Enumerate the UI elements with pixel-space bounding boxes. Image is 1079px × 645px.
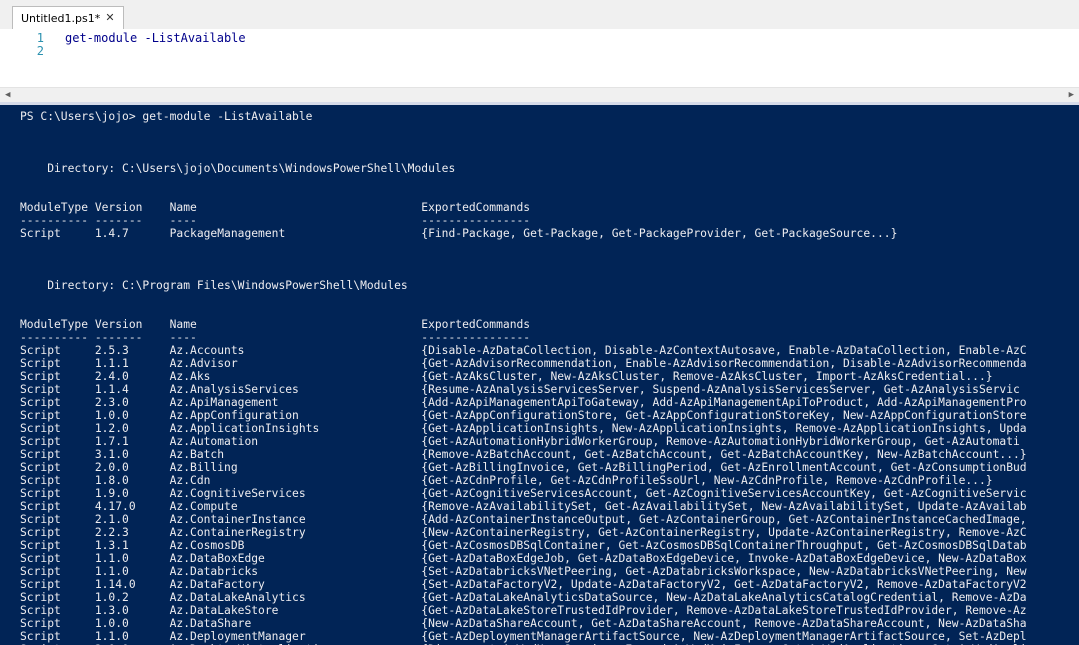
table-row: Script 1.1.0 Az.DataBoxEdge {Get-AzDataB… — [20, 552, 1027, 565]
table-row: Script 2.3.0 Az.ApiManagement {Add-AzApi… — [20, 396, 1027, 409]
editor-horizontal-scrollbar[interactable]: ◀ ▶ — [0, 87, 1079, 103]
close-icon[interactable]: ✕ — [103, 11, 117, 25]
table-row: Script 1.8.0 Az.Cdn {Get-AzCdnProfile, G… — [20, 474, 993, 487]
table-row: Script 2.1.0 Az.ContainerInstance {Add-A… — [20, 513, 1027, 526]
table-row: Script 1.1.1 Az.Advisor {Get-AzAdvisorRe… — [20, 357, 1027, 370]
table-row: Script 1.4.7 PackageManagement {Find-Pac… — [20, 227, 898, 240]
table-header: ModuleType Version Name ExportedCommands — [20, 201, 531, 214]
code-line[interactable]: get-module -ListAvailable — [65, 32, 246, 45]
table-row: Script 1.3.0 Az.DataLakeStore {Get-AzDat… — [20, 604, 1027, 617]
table-row: Script 1.3.1 Az.CosmosDB {Get-AzCosmosDB… — [20, 539, 1027, 552]
scroll-right-icon[interactable]: ▶ — [1069, 90, 1074, 100]
table-row: Script 1.1.0 Az.DeploymentManager {Get-A… — [20, 630, 1027, 643]
table-row: Script 1.1.0 Az.Databricks {Set-AzDatabr… — [20, 565, 1027, 578]
line-number: 2 — [36, 44, 44, 58]
directory-heading: Directory: C:\Users\jojo\Documents\Windo… — [20, 162, 456, 175]
console-pane[interactable]: PS C:\Users\jojo> get-module -ListAvaila… — [0, 105, 1079, 645]
table-row: Script 2.2.3 Az.ContainerRegistry {New-A… — [20, 526, 1027, 539]
table-row: Script 1.0.0 Az.AppConfiguration {Get-Az… — [20, 409, 1027, 422]
table-row: Script 1.1.4 Az.AnalysisServices {Resume… — [20, 383, 1020, 396]
console-prompt: PS C:\Users\jojo> get-module -ListAvaila… — [20, 110, 313, 123]
console-output: PS C:\Users\jojo> get-module -ListAvaila… — [20, 110, 1027, 645]
table-row: Script 1.0.0 Az.DataShare {New-AzDataSha… — [20, 617, 1027, 630]
tab-label: Untitled1.ps1* — [21, 11, 101, 25]
table-row: Script 4.17.0 Az.Compute {Remove-AzAvail… — [20, 500, 1027, 513]
table-separator: ---------- ------- ---- ---------------- — [20, 331, 531, 344]
script-editor[interactable]: 1 2 get-module -ListAvailable — [0, 29, 1079, 87]
table-row: Script 1.9.0 Az.CognitiveServices {Get-A… — [20, 487, 1027, 500]
line-number-gutter: 1 2 — [0, 29, 50, 87]
directory-heading: Directory: C:\Program Files\WindowsPower… — [20, 279, 408, 292]
tab-bar: Untitled1.ps1* ✕ — [0, 0, 1079, 30]
table-row: Script 1.14.0 Az.DataFactory {Set-AzData… — [20, 578, 1027, 591]
tab-untitled1[interactable]: Untitled1.ps1* ✕ — [12, 6, 124, 29]
table-row: Script 2.4.0 Az.Aks {Get-AzAksCluster, N… — [20, 370, 993, 383]
table-row: Script 3.1.0 Az.Batch {Remove-AzBatchAcc… — [20, 448, 1027, 461]
table-row: Script 1.0.2 Az.DataLakeAnalytics {Get-A… — [20, 591, 1027, 604]
table-row: Script 1.7.1 Az.Automation {Get-AzAutoma… — [20, 435, 1020, 448]
scroll-left-icon[interactable]: ◀ — [5, 90, 10, 100]
table-separator: ---------- ------- ---- ---------------- — [20, 214, 531, 227]
table-row: Script 2.0.0 Az.Billing {Get-AzBillingIn… — [20, 461, 1027, 474]
table-row: Script 1.2.0 Az.ApplicationInsights {Get… — [20, 422, 1027, 435]
table-row: Script 2.5.3 Az.Accounts {Disable-AzData… — [20, 344, 1027, 357]
table-header: ModuleType Version Name ExportedCommands — [20, 318, 531, 331]
